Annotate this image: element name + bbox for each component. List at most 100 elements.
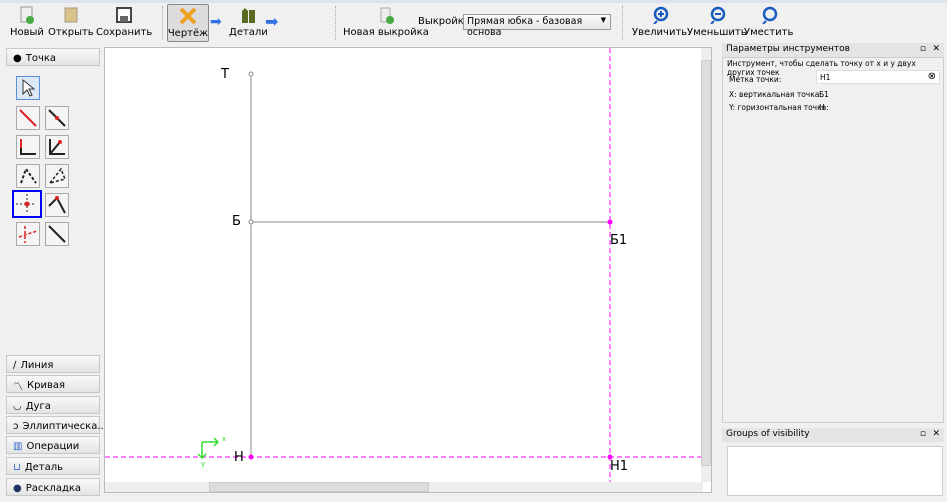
label-H: Н bbox=[234, 450, 244, 465]
save-icon bbox=[116, 7, 133, 23]
zoom-out-icon bbox=[710, 6, 726, 24]
group-detail[interactable]: ⊔ Деталь bbox=[6, 457, 100, 475]
label-H1: Н1 bbox=[610, 459, 629, 474]
group-layout[interactable]: ● Раскладка bbox=[6, 478, 100, 496]
group-arc[interactable]: ◡ Дуга bbox=[6, 396, 100, 414]
details-mode-button[interactable]: Детали bbox=[229, 4, 268, 42]
bullet-icon: ● bbox=[13, 52, 22, 64]
line-intersect-icon bbox=[48, 225, 66, 243]
float-icon[interactable]: ▫ bbox=[920, 429, 926, 439]
pencil-ruler-icon bbox=[179, 7, 197, 25]
zoom-in-label: Увеличить bbox=[632, 27, 688, 38]
visibility-title-bar: Groups of visibility ▫ ✕ bbox=[722, 428, 944, 442]
new-label: Новый bbox=[10, 27, 44, 38]
operations-icon: ▥ bbox=[13, 440, 23, 452]
chevron-down-icon: ▼ bbox=[600, 16, 606, 24]
vertical-scrollbar[interactable] bbox=[701, 48, 711, 482]
close-icon[interactable]: ✕ bbox=[932, 429, 940, 439]
tool-endline[interactable] bbox=[16, 106, 40, 130]
tool-normal[interactable] bbox=[16, 135, 40, 159]
open-icon bbox=[64, 7, 78, 23]
tool-options-title: Параметры инструментов bbox=[726, 44, 850, 54]
zoom-in-button[interactable]: Увеличить bbox=[632, 4, 687, 42]
tool-line-intersect[interactable] bbox=[45, 222, 69, 246]
zoom-out-button[interactable]: Уменьшить bbox=[687, 4, 747, 42]
detail-icon: ⊔ bbox=[13, 461, 21, 473]
line-point-icon bbox=[48, 109, 66, 127]
group-operations-label: Операции bbox=[26, 440, 80, 452]
group-operations[interactable]: ▥ Операции bbox=[6, 436, 100, 454]
tool-height[interactable] bbox=[45, 193, 69, 217]
zoom-in-icon bbox=[652, 6, 668, 24]
arrow-icon: ➡ bbox=[210, 14, 222, 30]
details-label: Детали bbox=[229, 27, 268, 38]
pattern-select[interactable]: Прямая юбка - базовая основа ▼ bbox=[463, 14, 611, 38]
close-icon[interactable]: ✕ bbox=[932, 44, 940, 54]
tool-triangle[interactable] bbox=[45, 164, 69, 188]
point-xy-icon bbox=[16, 194, 36, 214]
visibility-groups-list[interactable] bbox=[727, 446, 943, 496]
draft-mode-button[interactable]: Чертёж bbox=[167, 4, 209, 42]
save-button[interactable]: Сохранить bbox=[96, 4, 152, 42]
height-icon bbox=[48, 196, 66, 214]
tool-intersect[interactable] bbox=[16, 222, 40, 246]
y-value[interactable]: Н bbox=[819, 103, 825, 112]
new-pattern-icon bbox=[380, 7, 394, 24]
arc-icon: ◡ bbox=[13, 400, 22, 412]
clear-icon[interactable]: ⊗ bbox=[928, 71, 936, 82]
new-pattern-button[interactable]: Новая выкройка bbox=[343, 4, 429, 42]
point-label-caption: Метка точки: bbox=[729, 75, 782, 84]
point-B bbox=[248, 219, 254, 225]
normal-icon bbox=[20, 139, 36, 155]
label-T: Т bbox=[221, 67, 229, 82]
draft-label: Чертёж bbox=[167, 28, 209, 39]
group-point-label: Точка bbox=[25, 52, 57, 64]
group-elliptical-label: Эллиптическа... bbox=[22, 420, 107, 432]
tool-options-panel: Инструмент, чтобы сделать точку от x и y… bbox=[722, 57, 944, 423]
fit-label: Уместить bbox=[744, 27, 794, 38]
zoom-fit-icon bbox=[761, 6, 777, 24]
x-caption: X: вертикальная точка: bbox=[729, 90, 822, 99]
line-icon bbox=[19, 109, 37, 127]
zoom-out-label: Уменьшить bbox=[687, 27, 747, 38]
tool-arrow[interactable] bbox=[16, 76, 40, 100]
axis-icon bbox=[197, 437, 220, 460]
point-H bbox=[248, 454, 254, 460]
open-button[interactable]: Открыть bbox=[48, 4, 94, 42]
tool-point-from-xy[interactable] bbox=[12, 190, 42, 218]
horizontal-scrollbar[interactable] bbox=[105, 482, 703, 492]
float-icon[interactable]: ▫ bbox=[920, 44, 926, 54]
drawing-canvas[interactable]: Т Б Б1 Н Н1 x y bbox=[104, 47, 712, 493]
tool-shoulder[interactable] bbox=[16, 164, 40, 188]
open-label: Открыть bbox=[48, 27, 94, 38]
group-line-label: Линия bbox=[20, 359, 54, 371]
layout-icon: ● bbox=[13, 482, 22, 494]
y-caption: Y: горизонтальная точка: bbox=[729, 103, 829, 112]
tool-along-line[interactable] bbox=[45, 106, 69, 130]
tool-bisector[interactable] bbox=[45, 135, 69, 159]
line-icon: ∕ bbox=[13, 359, 17, 371]
new-file-icon bbox=[20, 6, 34, 24]
group-line[interactable]: ∕ Линия bbox=[6, 355, 100, 373]
group-elliptical-arc[interactable]: ↄ Эллиптическа... bbox=[6, 416, 107, 434]
x-value[interactable]: Б1 bbox=[819, 90, 829, 99]
details-icon bbox=[242, 8, 256, 23]
point-label-input[interactable]: Н1 ⊗ bbox=[816, 70, 940, 84]
fit-button[interactable]: Уместить bbox=[744, 4, 793, 42]
group-curve[interactable]: 〽 Кривая bbox=[6, 375, 100, 393]
point-B1 bbox=[607, 219, 613, 225]
save-label: Сохранить bbox=[96, 27, 153, 38]
group-point[interactable]: ● Точка bbox=[6, 48, 100, 66]
label-B: Б bbox=[232, 214, 241, 229]
group-detail-label: Деталь bbox=[24, 461, 64, 473]
curve-icon: 〽 bbox=[13, 381, 23, 393]
group-layout-label: Раскладка bbox=[25, 482, 82, 494]
shoulder-icon bbox=[20, 166, 37, 184]
point-label-value: Н1 bbox=[820, 73, 831, 82]
group-curve-label: Кривая bbox=[27, 379, 65, 391]
axis-x-label: x bbox=[222, 435, 227, 443]
axis-y-label: y bbox=[201, 460, 206, 468]
arrow-icon: ➡ bbox=[265, 12, 279, 31]
label-B1: Б1 bbox=[610, 233, 628, 248]
new-button[interactable]: Новый bbox=[10, 4, 44, 42]
